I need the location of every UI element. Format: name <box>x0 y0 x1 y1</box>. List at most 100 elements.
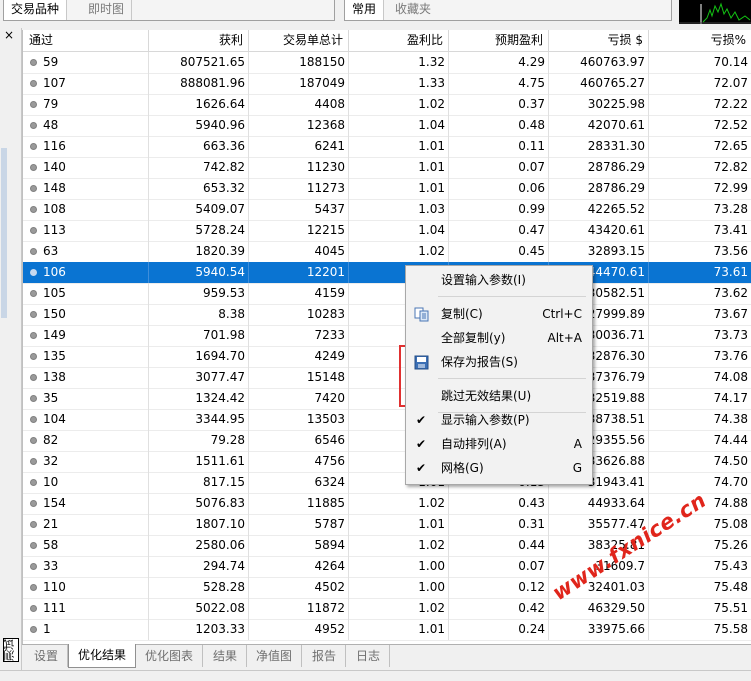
tab-optimization-results[interactable]: 优化结果 <box>68 644 137 668</box>
table-row[interactable]: 138 3077.47 15148 37376.79 74.08 <box>23 367 751 389</box>
cell-total-trades: 4045 <box>249 241 349 262</box>
col-header-profit-factor[interactable]: 盈利比 <box>349 30 449 51</box>
cell-drawdown-pct: 72.65 <box>713 139 748 153</box>
cell-drawdown-usd: 28786.29 <box>549 178 649 199</box>
table-row[interactable]: 108 5409.07 5437 1.03 0.99 42265.52 73.28 <box>23 199 751 221</box>
table-row[interactable]: 148 653.32 11273 1.01 0.06 28786.29 72.99 <box>23 178 751 200</box>
col-header-profit[interactable]: 获利 <box>149 30 249 51</box>
cell-profit: 701.98 <box>149 325 249 346</box>
cell-total-trades: 11885 <box>249 493 349 514</box>
menu-item-grid[interactable]: ✔ 网格(G) G <box>406 457 592 479</box>
menu-item-auto-arrange[interactable]: ✔ 自动排列(A) A <box>406 433 592 455</box>
table-row[interactable]: 140 742.82 11230 1.01 0.07 28786.29 72.82 <box>23 157 751 179</box>
col-header-drawdown-usd[interactable]: 亏损 $ <box>549 30 649 51</box>
tab-symbols[interactable]: 交易品种 <box>4 0 68 20</box>
rail-scroll-indicator[interactable] <box>1 148 7 318</box>
cell-expected-payoff: 0.42 <box>449 598 549 619</box>
cell-pass: 21 <box>23 514 149 535</box>
cell-profit: 653.32 <box>149 178 249 199</box>
table-row[interactable]: 1 1203.33 4952 1.01 0.24 33975.66 75.58 <box>23 619 751 641</box>
cell-expected-payoff: 0.43 <box>449 493 549 514</box>
table-row[interactable]: 105 959.53 4159 30582.51 73.62 <box>23 283 751 305</box>
cell-profit: 1511.61 <box>149 451 249 472</box>
cell-expected-payoff: 0.45 <box>449 241 549 262</box>
table-row[interactable]: 104 3344.95 13503 38738.51 74.38 <box>23 409 751 431</box>
table-row[interactable]: 82 79.28 6546 29355.56 74.44 <box>23 430 751 452</box>
cell-total-trades: 5787 <box>249 514 349 535</box>
cell-drawdown-pct: 72.07 <box>713 76 748 90</box>
table-row[interactable]: 48 5940.96 12368 1.04 0.48 42070.61 72.52 <box>23 115 751 137</box>
cell-expected-payoff: 0.24 <box>449 619 549 640</box>
table-header: 通过 获利 交易单总计 盈利比 预期盈利 亏损 $ 亏损% <box>23 30 751 52</box>
cell-pass: 138 <box>23 367 149 388</box>
status-strip <box>0 670 751 681</box>
tab-equity-graph[interactable]: 净值图 <box>247 645 303 667</box>
cell-drawdown-pct: 75.58 <box>713 622 748 636</box>
menu-separator <box>438 378 586 379</box>
table-row[interactable]: 154 5076.83 11885 1.02 0.43 44933.64 74.88 <box>23 493 751 515</box>
cell-profit-factor: 1.03 <box>349 199 449 220</box>
cell-total-trades: 5437 <box>249 199 349 220</box>
menu-item-copy-all[interactable]: 全部复制(y) Alt+A <box>406 327 592 349</box>
context-menu: 设置输入参数(I) 复制(C) Ctrl+C 全部复制(y) Alt+A 保存为… <box>405 265 593 485</box>
cell-total-trades: 10283 <box>249 304 349 325</box>
cell-profit-factor: 1.02 <box>349 241 449 262</box>
cell-expected-payoff: 0.07 <box>449 157 549 178</box>
cell-expected-payoff: 0.48 <box>449 115 549 136</box>
table-row[interactable]: 10817.1563241.010.1331943.4174.70 <box>23 472 751 494</box>
table-row[interactable]: 59 807521.65 188150 1.32 4.29 460763.97 70.14 <box>23 52 751 74</box>
col-header-total-trades[interactable]: 交易单总计 <box>249 30 349 51</box>
menu-item-copy[interactable]: 复制(C) Ctrl+C <box>406 303 592 325</box>
cell-drawdown-pct: 72.99 <box>713 181 748 195</box>
table-row[interactable]: 32 1511.61 4756 33626.88 74.50 <box>23 451 751 473</box>
tab-optimization-graph[interactable]: 优化图表 <box>136 645 204 667</box>
close-icon[interactable]: × <box>4 28 14 42</box>
table-row[interactable]: 79 1626.64 4408 1.02 0.37 30225.98 72.22 <box>23 94 751 116</box>
menu-item-skip-invalid-results[interactable]: 跳过无效结果(U) <box>406 385 592 407</box>
menu-item-show-input-params[interactable]: ✔ 显示输入参数(P) <box>406 409 592 431</box>
menu-item-save-as-report[interactable]: 保存为报告(S) <box>406 351 592 373</box>
cell-profit-factor: 1.02 <box>349 493 449 514</box>
table-row[interactable]: 113 5728.24 12215 1.04 0.47 43420.61 73.41 <box>23 220 751 242</box>
table-row[interactable]: 110 528.28 4502 1.00 0.12 32401.03 75.48 <box>23 577 751 599</box>
tab-favorites[interactable]: 收藏夹 <box>388 0 438 20</box>
menu-item-shortcut: Ctrl+C <box>542 307 582 321</box>
cell-pass: 106 <box>23 262 149 283</box>
col-header-drawdown-pct[interactable]: 亏损% <box>649 30 751 51</box>
table-row[interactable]: 63 1820.39 4045 1.02 0.45 32893.15 73.56 <box>23 241 751 263</box>
cell-profit-factor: 1.33 <box>349 73 449 94</box>
cell-pass: 111 <box>23 598 149 619</box>
table-row[interactable]: 107 888081.96 187049 1.33 4.75 460765.27 72.07 <box>23 73 751 95</box>
tab-journal[interactable]: 日志 <box>347 645 391 667</box>
cell-drawdown-pct: 73.73 <box>713 328 748 342</box>
table-row[interactable]: 135 1694.70 4249 32876.30 73.76 <box>23 346 751 368</box>
tab-realtime-chart[interactable]: 即时图 <box>81 0 133 20</box>
table-row[interactable]: 33 294.74 4264 1.00 0.07 31609.7 75.43 <box>23 556 751 578</box>
tester-side-rail: × 测试 <box>0 28 22 670</box>
table-row[interactable]: 111 5022.08 11872 1.02 0.42 46329.50 75.51 <box>23 598 751 620</box>
table-row[interactable]: 149 701.98 7233 30036.71 73.73 <box>23 325 751 347</box>
tab-results[interactable]: 结果 <box>204 645 248 667</box>
tab-common[interactable]: 常用 <box>345 0 385 20</box>
table-row[interactable]: 116 663.36 6241 1.01 0.11 28331.30 72.65 <box>23 136 751 158</box>
cell-total-trades: 13503 <box>249 409 349 430</box>
col-header-expected-payoff[interactable]: 预期盈利 <box>449 30 549 51</box>
cell-total-trades: 188150 <box>249 52 349 73</box>
col-header-pass[interactable]: 通过 <box>23 30 149 51</box>
cell-total-trades: 7420 <box>249 388 349 409</box>
menu-item-set-input-params[interactable]: 设置输入参数(I) <box>406 269 592 291</box>
cell-drawdown-usd: 32893.15 <box>549 241 649 262</box>
save-icon <box>414 355 430 370</box>
cell-total-trades: 15148 <box>249 367 349 388</box>
cell-profit: 1626.64 <box>149 94 249 115</box>
cell-pass: 1 <box>23 619 149 640</box>
table-row[interactable]: 35 1324.42 7420 32519.88 74.17 <box>23 388 751 410</box>
tab-report[interactable]: 报告 <box>303 645 347 667</box>
table-row[interactable]: 106 5940.54 12201 44470.61 73.61 <box>23 262 751 284</box>
mini-chart-lines <box>679 2 751 24</box>
cell-profit-factor: 1.01 <box>349 178 449 199</box>
mini-chart <box>679 0 751 24</box>
cell-profit: 1324.42 <box>149 388 249 409</box>
table-row[interactable]: 150 8.38 10283 27999.89 73.67 <box>23 304 751 326</box>
tab-settings[interactable]: 设置 <box>25 645 69 667</box>
